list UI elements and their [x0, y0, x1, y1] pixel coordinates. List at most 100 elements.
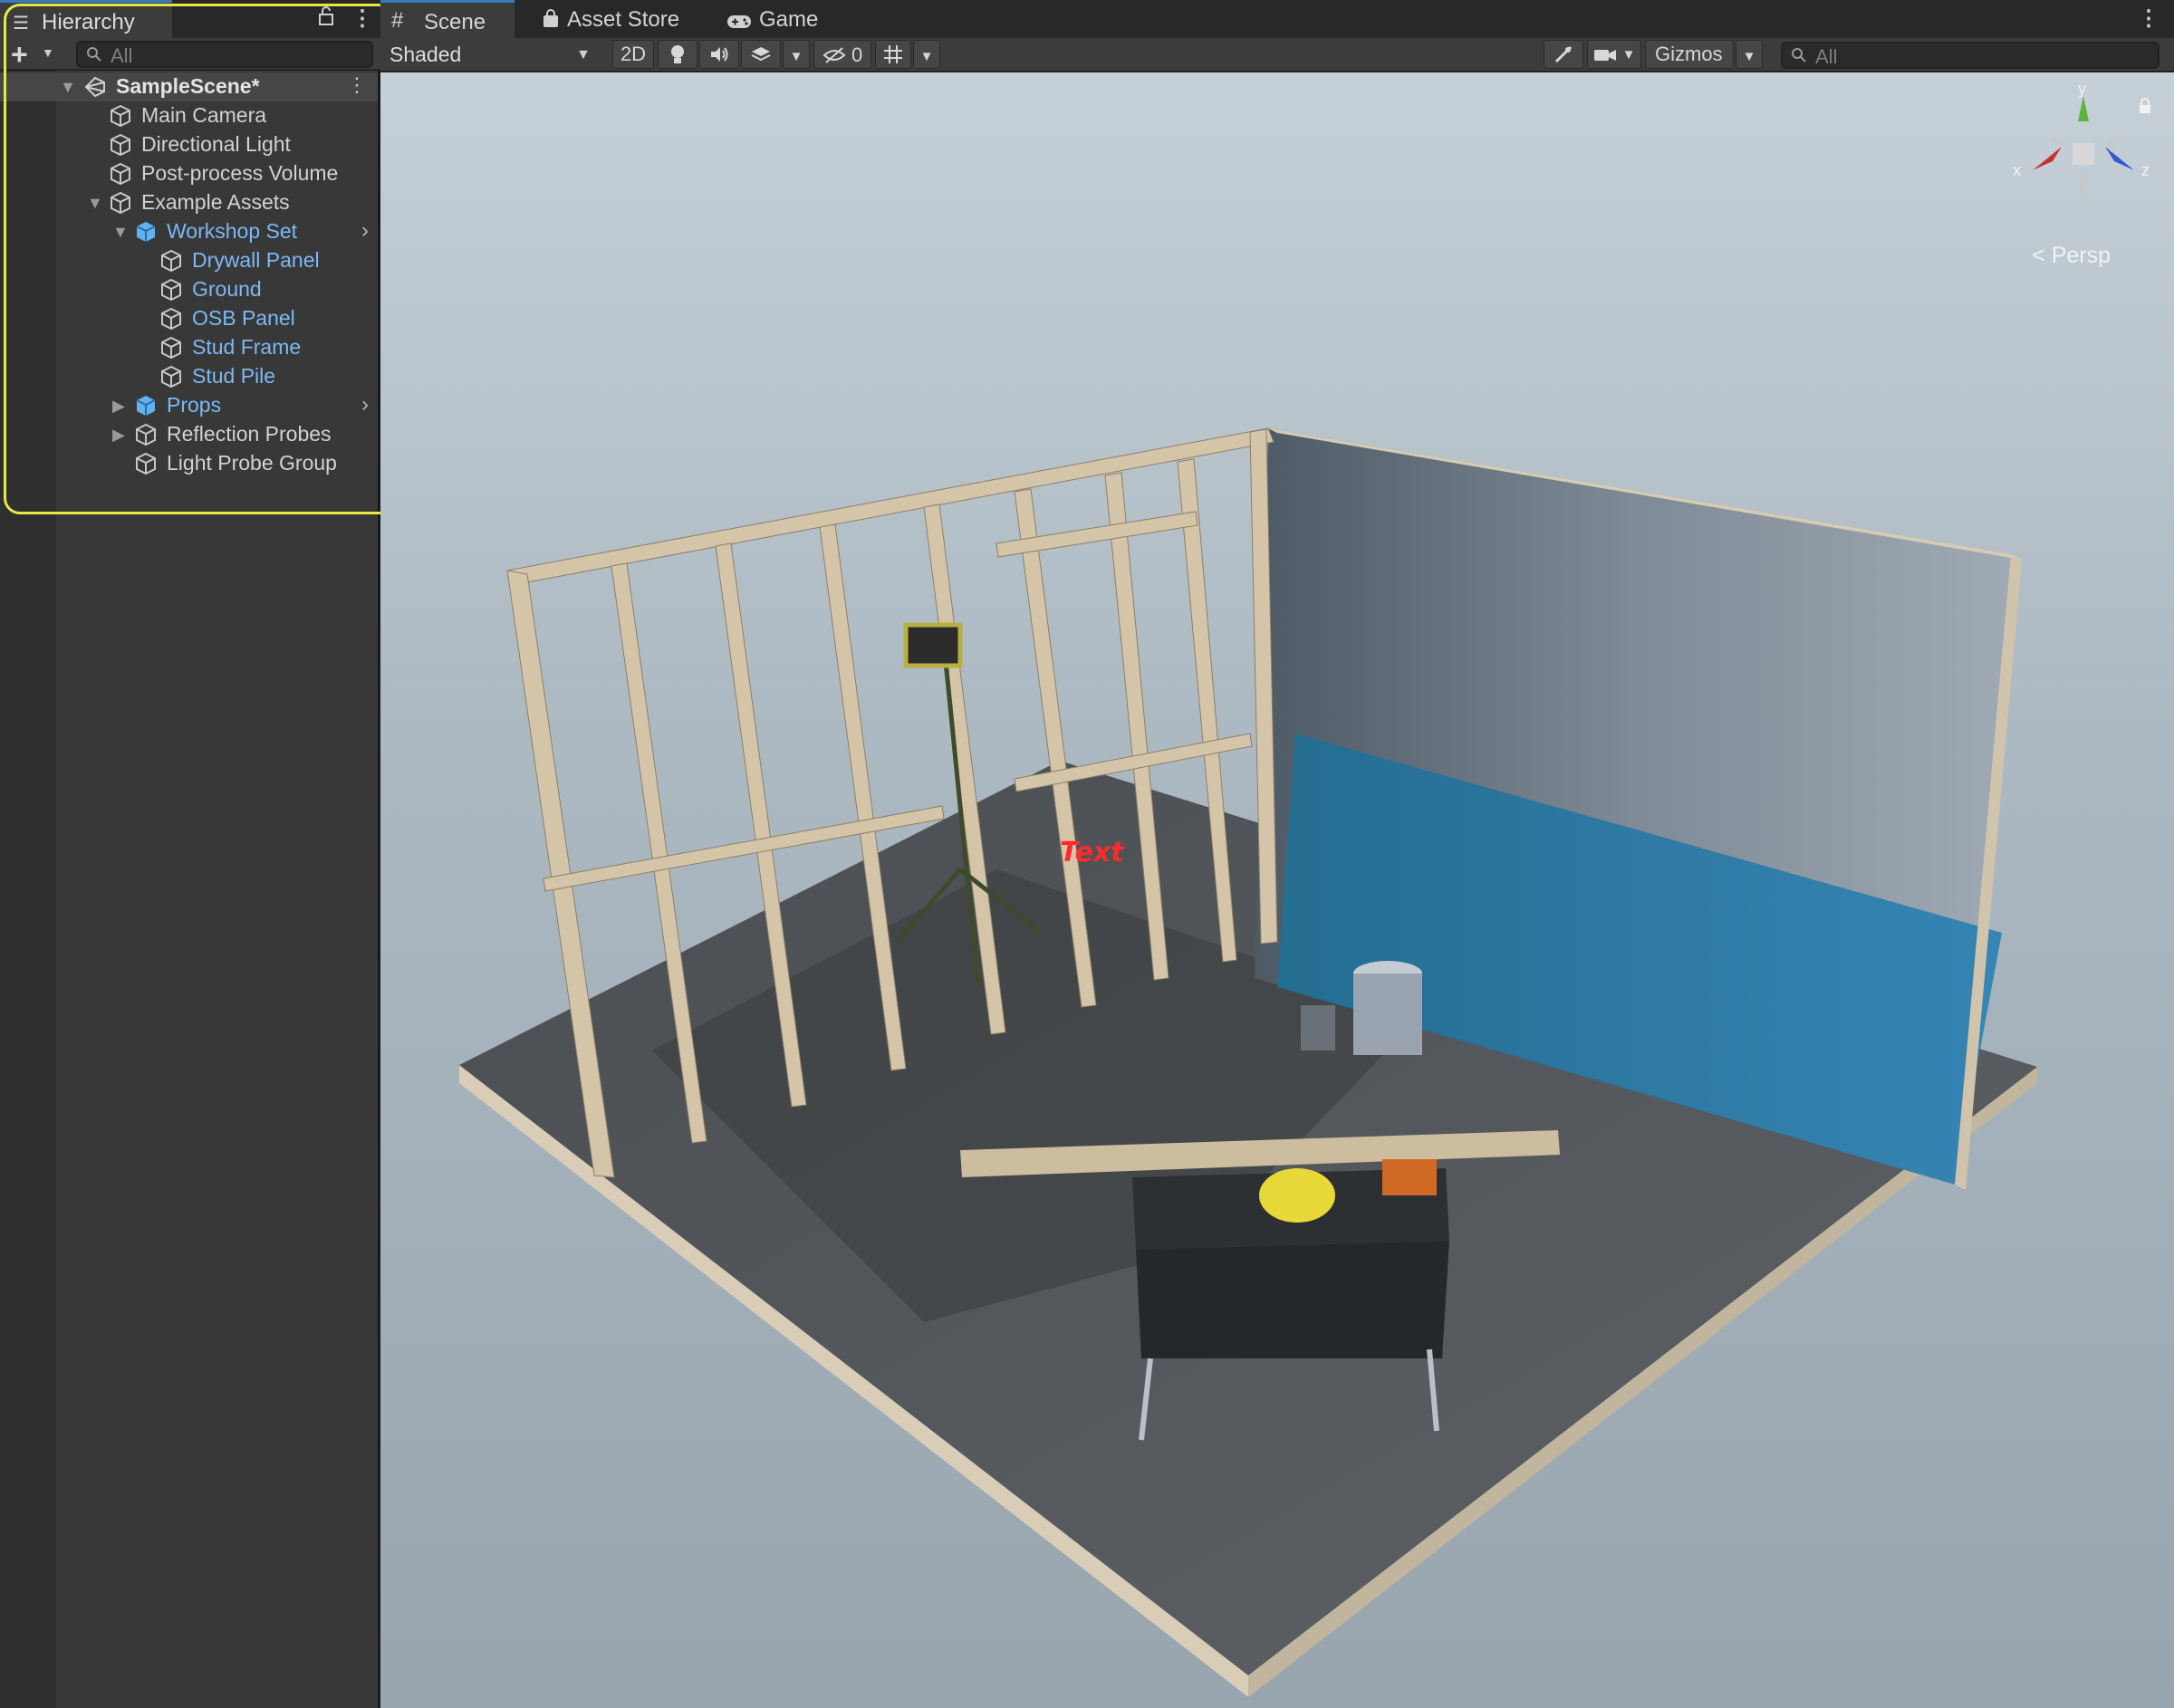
search-icon	[85, 44, 103, 70]
panel-menu-icon[interactable]: ⋮	[2138, 5, 2160, 32]
hierarchy-item-label: Main Camera	[141, 103, 267, 127]
draw-mode-dropdown[interactable]: Shaded ▼	[380, 38, 598, 71]
prefab-icon	[134, 220, 158, 244]
hierarchy-item[interactable]: ▶ Reflection Probes	[0, 420, 378, 449]
lightbulb-icon	[671, 45, 684, 63]
hierarchy-item-label: Light Probe Group	[167, 451, 337, 475]
effects-toggle[interactable]	[741, 40, 781, 69]
gameobject-icon	[109, 133, 132, 157]
world-text-label: Text	[1060, 837, 1124, 868]
open-prefab-icon[interactable]: ›	[361, 218, 369, 244]
open-prefab-icon[interactable]: ›	[361, 392, 369, 417]
gizmo-neg-cone	[2078, 174, 2089, 199]
hierarchy-item[interactable]: Main Camera	[0, 101, 378, 130]
prefab-icon	[134, 394, 158, 417]
fold-open-icon[interactable]: ▼	[87, 194, 103, 213]
gameobject-icon	[159, 336, 183, 360]
gizmo-y-cone	[2078, 96, 2089, 121]
hierarchy-item-label: Props	[167, 393, 222, 417]
hierarchy-item-label: Stud Pile	[192, 364, 276, 388]
hierarchy-item[interactable]: ▼ Example Assets	[0, 188, 378, 217]
search-icon	[1790, 45, 1808, 71]
hierarchy-search-input[interactable]: All	[76, 41, 373, 68]
chevron-down-icon[interactable]: ▼	[42, 45, 54, 60]
tab-scene[interactable]: # Scene	[380, 0, 515, 38]
hierarchy-item-label: Post-process Volume	[141, 161, 339, 185]
scene-name: SampleScene*	[116, 74, 260, 98]
fold-closed-icon[interactable]: ▶	[112, 426, 125, 445]
hierarchy-title: Hierarchy	[42, 10, 135, 34]
grid-dropdown[interactable]: ▼	[913, 40, 940, 69]
gizmos-label: Gizmos	[1655, 43, 1723, 65]
unity-scene-icon	[83, 75, 107, 99]
scene-viewport[interactable]: Text y x z < Persp	[380, 72, 2174, 1708]
tab-game[interactable]: Game	[725, 0, 833, 38]
hierarchy-item[interactable]: Stud Pile	[0, 362, 378, 391]
hierarchy-item[interactable]: Drywall Panel	[0, 246, 378, 275]
tab-hierarchy[interactable]: ☰ Hierarchy	[0, 0, 172, 38]
lock-icon	[2140, 98, 2150, 113]
grid-toggle[interactable]	[875, 40, 911, 69]
gizmo-axis-z: z	[2141, 161, 2150, 179]
hierarchy-item[interactable]: ▶ Props ›	[0, 391, 378, 420]
gameobject-icon	[159, 365, 183, 389]
gameobject-icon	[159, 307, 183, 331]
lighting-toggle[interactable]	[658, 40, 697, 69]
hierarchy-item[interactable]: Light Probe Group	[0, 449, 378, 478]
gizmo-axis-x: x	[2013, 161, 2021, 179]
hierarchy-item-label: Stud Frame	[192, 335, 302, 359]
gizmo-x-cone	[2033, 147, 2062, 170]
hierarchy-item-label: Reflection Probes	[167, 422, 332, 446]
orientation-gizmo[interactable]: y x z	[2011, 80, 2156, 212]
workbench-body	[1136, 1241, 1449, 1358]
panel-menu-icon[interactable]: ⋮	[351, 5, 373, 32]
chevron-down-icon: ▼	[1621, 47, 1636, 63]
scene-menu-icon[interactable]: ⋮	[347, 73, 367, 97]
gizmos-dropdown[interactable]: ▼	[1736, 40, 1763, 69]
hierarchy-item[interactable]: Post-process Volume	[0, 159, 378, 188]
hierarchy-item[interactable]: ▼ Workshop Set ›	[0, 217, 378, 246]
hidden-objects-toggle[interactable]: 0	[813, 40, 871, 69]
fold-closed-icon[interactable]: ▶	[112, 397, 125, 416]
camera-settings-button[interactable]: ▼	[1587, 40, 1641, 69]
audio-toggle[interactable]	[699, 40, 739, 69]
scene-toolbar: Shaded ▼ 2D ▼ 0 ▼ ▼ Gizmos ▼ All	[380, 38, 2174, 72]
gizmos-button[interactable]: Gizmos	[1645, 40, 1734, 69]
chevron-down-icon: ▼	[1742, 49, 1756, 64]
hierarchy-item-label: OSB Panel	[192, 306, 295, 330]
paint-can	[1301, 1005, 1335, 1051]
hierarchy-panel: ☰ Hierarchy ⋮ + ▼ All ▼ SampleScene* ⋮ M…	[0, 0, 395, 1708]
scene-row[interactable]: ▼ SampleScene* ⋮	[0, 72, 378, 101]
gameobject-icon	[159, 278, 183, 302]
tab-scene-label: Scene	[424, 10, 486, 34]
hierarchy-item-label: Directional Light	[141, 132, 291, 156]
hierarchy-item[interactable]: Stud Frame	[0, 333, 378, 362]
video-camera-icon	[1593, 50, 1616, 62]
gizmo-z-cone	[2105, 147, 2134, 170]
hierarchy-item-label: Workshop Set	[167, 219, 298, 243]
fold-open-icon[interactable]: ▼	[112, 223, 129, 242]
tab-asset-store[interactable]: Asset Store	[533, 0, 687, 38]
tab-game-label: Game	[759, 7, 819, 32]
hierarchy-item[interactable]: Directional Light	[0, 130, 378, 159]
gameobject-icon	[159, 249, 183, 273]
effects-dropdown[interactable]: ▼	[783, 40, 810, 69]
tools-toggle[interactable]	[1544, 40, 1583, 69]
search-placeholder: All	[111, 44, 133, 67]
toggle-2d-button[interactable]: 2D	[612, 40, 654, 69]
scene-search-input[interactable]: All	[1781, 42, 2160, 69]
gameobject-icon	[109, 162, 132, 186]
gameobject-icon	[109, 104, 132, 128]
projection-toggle[interactable]: < Persp	[2032, 243, 2111, 269]
hierarchy-item[interactable]: OSB Panel	[0, 304, 378, 333]
hierarchy-item-label: Example Assets	[141, 190, 290, 214]
scene-tabbar: # Scene Asset Store Game ⋮	[380, 0, 2174, 38]
jigsaw	[1382, 1159, 1437, 1195]
fold-open-icon[interactable]: ▼	[60, 78, 76, 97]
lock-icon[interactable]	[317, 5, 335, 34]
draw-mode-label: Shaded	[390, 43, 462, 66]
create-plus-icon[interactable]: +	[11, 38, 28, 72]
grid-icon	[884, 45, 902, 63]
hierarchy-item[interactable]: Ground	[0, 275, 378, 304]
chevron-down-icon: ▼	[919, 49, 934, 64]
